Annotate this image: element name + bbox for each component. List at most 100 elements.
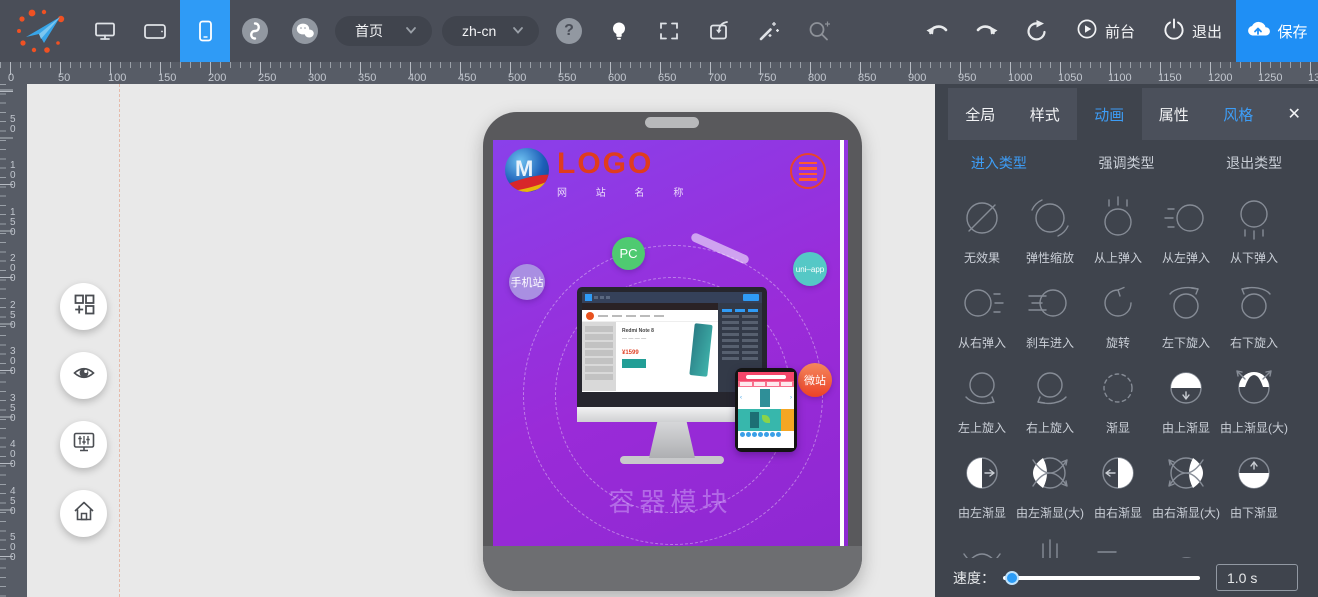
- animation-option[interactable]: 右上旋入: [1016, 366, 1084, 451]
- paper-plane-logo-icon: [14, 7, 66, 55]
- animation-option[interactable]: 由左渐显(大): [1016, 451, 1084, 536]
- animation-option[interactable]: [948, 536, 1016, 558]
- horizontal-ruler: 0501001502002503003504004505005506006507…: [0, 62, 1318, 84]
- tips-button[interactable]: [594, 0, 644, 62]
- speed-value-input[interactable]: 1.0 s: [1216, 564, 1298, 591]
- page-dropdown[interactable]: 首页: [335, 16, 432, 46]
- language-dropdown[interactable]: zh-cn: [442, 16, 539, 46]
- animation-option-label: 由左渐显(大): [1016, 504, 1084, 521]
- animation-option[interactable]: 从右弹入: [948, 281, 1016, 366]
- desktop-device-button[interactable]: [80, 0, 130, 62]
- animation-option[interactable]: 由上渐显: [1152, 366, 1220, 451]
- panel-subtab-3[interactable]: 退出类型: [1190, 140, 1318, 186]
- animation-option[interactable]: [1084, 536, 1152, 558]
- panel-tab-2[interactable]: 样式: [1013, 88, 1078, 140]
- animation-option-label: 右下旋入: [1230, 334, 1278, 351]
- speed-slider-thumb[interactable]: [1005, 571, 1019, 585]
- import-button[interactable]: [694, 0, 744, 62]
- animation-option[interactable]: 由上渐显(大): [1220, 366, 1288, 451]
- refresh-button[interactable]: [1012, 0, 1062, 62]
- site-logo-mark: M: [505, 148, 549, 192]
- anim-in-bottom-icon: [1232, 196, 1276, 245]
- panel-tab-3[interactable]: 动画: [1077, 88, 1142, 140]
- animation-option[interactable]: [1220, 536, 1288, 558]
- animation-option[interactable]: 由右渐显: [1084, 451, 1152, 536]
- magic-wand-button[interactable]: [744, 0, 794, 62]
- device-bubble: PC: [612, 237, 645, 270]
- anim-fade-from-left-icon: [960, 451, 1004, 500]
- mini-site-logo: [586, 312, 594, 320]
- animation-option-label: 由右渐显(大): [1152, 504, 1220, 521]
- container-module-placeholder[interactable]: 容器模块: [493, 482, 848, 519]
- panel-subtab-2[interactable]: 强调类型: [1063, 140, 1191, 186]
- home-button[interactable]: [60, 490, 107, 537]
- panel-tab-1[interactable]: 全局: [948, 88, 1013, 140]
- animation-option[interactable]: 左上旋入: [948, 366, 1016, 451]
- animation-option[interactable]: 由下渐显: [1220, 451, 1288, 536]
- help-button[interactable]: ?: [544, 0, 594, 62]
- close-icon[interactable]: ✕: [1271, 88, 1318, 140]
- animation-option[interactable]: 无效果: [948, 196, 1016, 281]
- wechat-button[interactable]: [280, 0, 330, 62]
- device-bubble: 微站: [798, 363, 832, 397]
- site-logo: M LOGO 网 站 名 称: [505, 148, 696, 199]
- animation-option-label: 无效果: [964, 249, 1000, 266]
- seo-zoom-button[interactable]: [794, 0, 844, 62]
- animation-option[interactable]: 右下旋入: [1220, 281, 1288, 366]
- animation-option[interactable]: 由右渐显(大): [1152, 451, 1220, 536]
- panel-subtab-1[interactable]: 进入类型: [935, 140, 1063, 186]
- front-view-button[interactable]: 前台: [1062, 0, 1149, 62]
- ruler-label: 450: [10, 487, 16, 517]
- redo-button[interactable]: [962, 0, 1012, 62]
- animation-option[interactable]: 从上弹入: [1084, 196, 1152, 281]
- speed-slider[interactable]: [1003, 576, 1200, 580]
- miniprogram-button[interactable]: [230, 0, 280, 62]
- exit-button[interactable]: 退出: [1149, 0, 1236, 62]
- animation-option-label: 由上渐显(大): [1220, 419, 1288, 436]
- ruler-label: 1000: [1008, 72, 1032, 84]
- language-dropdown-value: zh-cn: [462, 23, 496, 39]
- ruler-label: 1300: [1308, 72, 1318, 84]
- phone-screen-scrollbar[interactable]: [840, 140, 844, 546]
- seo-zoom-icon: [807, 19, 831, 43]
- display-settings-button[interactable]: [60, 421, 107, 468]
- miniprogram-icon: [242, 18, 268, 44]
- save-label: 保存: [1277, 21, 1307, 42]
- animation-option[interactable]: 渐显: [1084, 366, 1152, 451]
- animation-option[interactable]: 弹性缩放: [1016, 196, 1084, 281]
- animation-option[interactable]: [1016, 536, 1084, 558]
- phone-icon: [193, 19, 217, 43]
- phone-device-button[interactable]: [180, 0, 230, 62]
- animation-option[interactable]: 从左弹入: [1152, 196, 1220, 281]
- anim-in-right-icon: [960, 281, 1004, 330]
- ruler-label: 0: [8, 72, 14, 84]
- editor-canvas[interactable]: M LOGO 网 站 名 称 手机站PCuni–app微站: [27, 84, 935, 597]
- anim-in-top-icon: [1096, 196, 1140, 245]
- panel-tab-5[interactable]: 风格: [1206, 88, 1271, 140]
- animation-option[interactable]: 由左渐显: [948, 451, 1016, 536]
- add-module-icon: [72, 292, 96, 321]
- add-module-button[interactable]: [60, 283, 107, 330]
- desktop-icon: [93, 19, 117, 43]
- animation-option[interactable]: 左下旋入: [1152, 281, 1220, 366]
- tablet-device-button[interactable]: [130, 0, 180, 62]
- preview-button[interactable]: [60, 352, 107, 399]
- phone-speaker: [645, 117, 699, 128]
- menu-hamburger-icon[interactable]: [790, 153, 826, 189]
- fullscreen-button[interactable]: [644, 0, 694, 62]
- animation-option[interactable]: 旋转: [1084, 281, 1152, 366]
- animation-option-label: 从下弹入: [1230, 249, 1278, 266]
- undo-button[interactable]: [912, 0, 962, 62]
- animation-option[interactable]: [1152, 536, 1220, 558]
- animation-option[interactable]: 刹车进入: [1016, 281, 1084, 366]
- power-icon: [1163, 18, 1185, 44]
- vertical-ruler: 50100150200250300350400450500: [0, 84, 27, 597]
- animation-option[interactable]: 从下弹入: [1220, 196, 1288, 281]
- panel-tab-4[interactable]: 属性: [1142, 88, 1207, 140]
- site-logo-text: LOGO: [557, 148, 696, 180]
- save-button[interactable]: 保存: [1236, 0, 1318, 62]
- ruler-label: 400: [408, 72, 426, 84]
- page-dropdown-value: 首页: [355, 21, 383, 41]
- phone-screen[interactable]: M LOGO 网 站 名 称 手机站PCuni–app微站: [493, 140, 848, 546]
- anim-fade-from-right-big-icon: [1164, 451, 1208, 500]
